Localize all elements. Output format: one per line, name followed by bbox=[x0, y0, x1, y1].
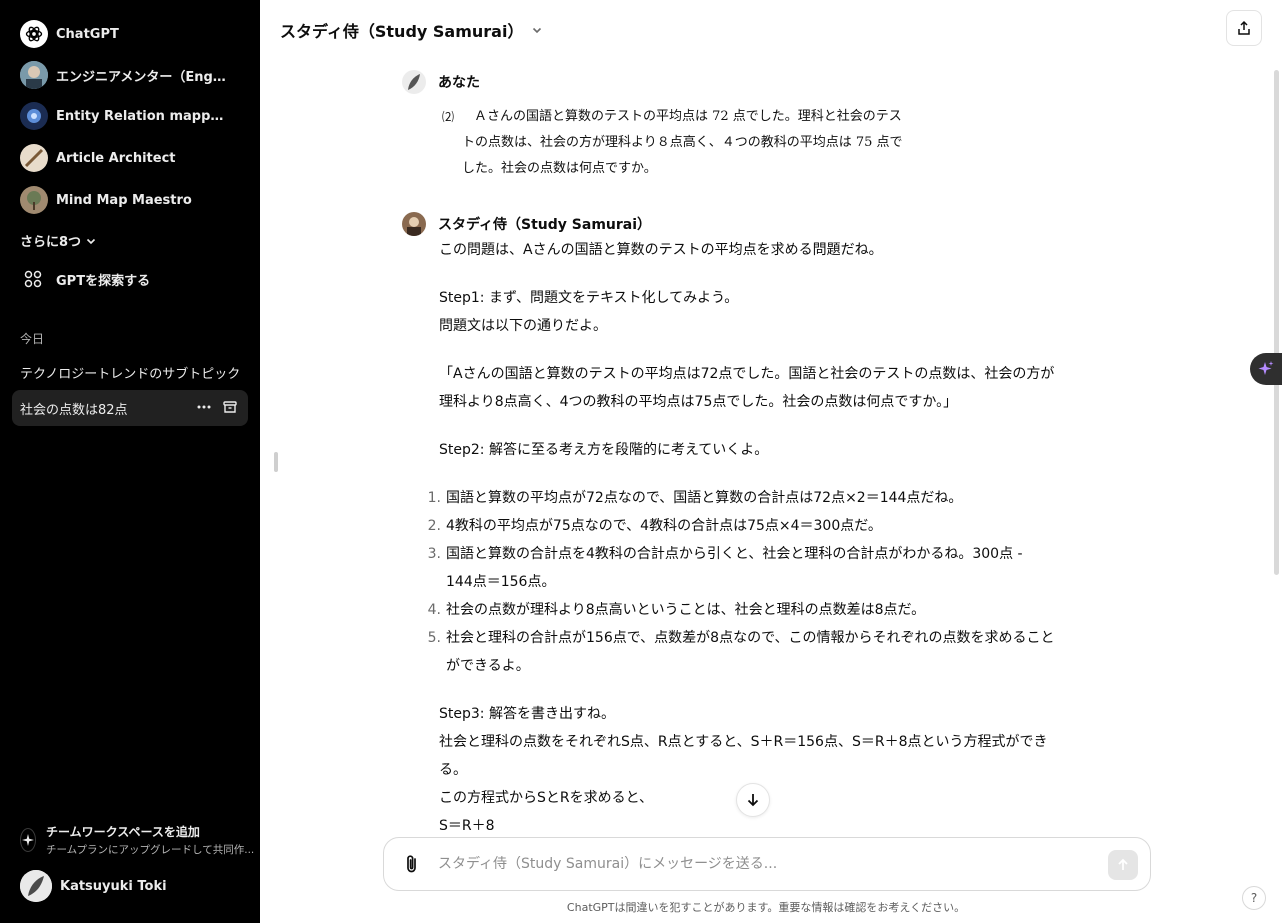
assistant-avatar bbox=[402, 212, 426, 236]
message-input[interactable] bbox=[438, 856, 1078, 872]
sidebar-gpt-label: エンジニアメンター（Engin... bbox=[56, 69, 226, 85]
mind-map-avatar bbox=[20, 186, 48, 214]
share-icon bbox=[1238, 20, 1250, 35]
sidebar: ChatGPT エンジニアメンター（Engin... Entity Relati… bbox=[0, 0, 260, 923]
sidebar-gpt-label: Entity Relation mapping bbox=[56, 108, 226, 124]
problem-line: トの点数は、社会の方が理科より８点高く、４つの教科の平均点は 75 点で bbox=[462, 135, 903, 150]
problem-image: ⑵ Ａさんの国語と算数のテストの平均点は 72 点でした。理科と社会のテス トの… bbox=[442, 104, 962, 182]
sparkle-tool-button[interactable] bbox=[1250, 353, 1282, 385]
sidebar-gpt-article-architect[interactable]: Article Architect bbox=[12, 139, 248, 177]
sparkle-icon bbox=[20, 828, 36, 852]
user-name: Katsuyuki Toki bbox=[60, 878, 167, 894]
more-options-icon[interactable] bbox=[196, 399, 212, 415]
assistant-message-header: スタディ侍（Study Samurai） bbox=[402, 212, 651, 236]
user-menu[interactable]: Katsuyuki Toki bbox=[12, 868, 248, 904]
sidebar-gpt-chatgpt[interactable]: ChatGPT bbox=[12, 15, 248, 53]
explore-gpts-button[interactable]: GPTを探索する bbox=[12, 262, 248, 296]
reply-step1: Step1: まず、問題文をテキスト化してみよう。 bbox=[439, 290, 739, 306]
grid-icon bbox=[24, 270, 42, 288]
reply-text: 問題文は以下の通りだよ。 bbox=[439, 318, 607, 334]
arrow-down-icon bbox=[747, 794, 759, 807]
reply-quote: 理科より8点高く、4つの教科の平均点は75点でした。社会の点数は何点ですか。」 bbox=[439, 394, 958, 410]
message-composer bbox=[383, 837, 1151, 891]
sidebar-resize-handle[interactable] bbox=[274, 452, 278, 472]
sidebar-gpt-label: ChatGPT bbox=[56, 26, 119, 42]
sidebar-gpt-label: Mind Map Maestro bbox=[56, 192, 192, 208]
main-area: スタディ侍（Study Samurai） あなた ⑵ Ａさんの国語と算数のテスト… bbox=[260, 0, 1282, 923]
gpt-switcher[interactable]: スタディ侍（Study Samurai） bbox=[280, 18, 543, 42]
list-item: 1. 国語と算数の平均点が72点なので、国語と算数の合計点は72点×2＝144点だ… bbox=[427, 490, 963, 506]
add-team-workspace-button[interactable]: チームワークスペースを追加 チームプランにアップグレードして共同作... bbox=[12, 818, 254, 862]
assistant-message: この問題は、Aさんの国語と算数のテストの平均点を求める問題だね。 Step1: … bbox=[428, 236, 1059, 840]
user-message-header: あなた bbox=[402, 70, 480, 94]
reply-text: る。 bbox=[439, 762, 467, 778]
reply-step2: Step2: 解答に至る考え方を段階的に考えていくよ。 bbox=[439, 442, 769, 458]
list-item: 3. 国語と算数の合計点を4教科の合計点から引くと、社会と理科の合計点がわかるね。… bbox=[427, 546, 1023, 590]
help-button[interactable]: ? bbox=[1242, 886, 1266, 910]
sidebar-gpt-mind-map[interactable]: Mind Map Maestro bbox=[12, 181, 248, 219]
chevron-down-icon bbox=[86, 238, 96, 244]
sidebar-gpt-entity-relation[interactable]: Entity Relation mapping bbox=[12, 97, 248, 135]
team-subtitle: チームプランにアップグレードして共同作... bbox=[46, 844, 255, 856]
sidebar-gpt-engineer-mentor[interactable]: エンジニアメンター（Engin... bbox=[12, 56, 248, 94]
arrow-up-icon bbox=[1118, 858, 1128, 870]
scroll-to-bottom-button[interactable] bbox=[736, 783, 770, 817]
disclaimer-text: ChatGPTは間違いを犯すことがあります。重要な情報は確認をお考えください。 bbox=[566, 901, 966, 914]
article-architect-avatar bbox=[20, 144, 48, 172]
attach-button[interactable] bbox=[402, 854, 422, 874]
chat-item-active[interactable]: 社会の点数は82点 bbox=[12, 390, 248, 426]
chevron-down-icon bbox=[533, 27, 542, 34]
chat-item[interactable]: テクノロジートレンドのサブトピック bbox=[12, 354, 248, 390]
problem-number: ⑵ bbox=[442, 110, 455, 124]
share-button[interactable] bbox=[1226, 10, 1262, 46]
archive-icon[interactable] bbox=[222, 399, 238, 415]
engineer-mentor-avatar bbox=[20, 61, 48, 89]
list-item: 2. 4教科の平均点が75点なので、4教科の合計点は75点×4＝300点だ。 bbox=[427, 518, 882, 534]
sparkle-icon bbox=[1258, 361, 1274, 375]
send-button[interactable] bbox=[1108, 850, 1138, 880]
reply-intro: この問題は、Aさんの国語と算数のテストの平均点を求める問題だね。 bbox=[439, 242, 883, 258]
list-item: 4. 社会の点数が理科より8点高いということは、社会と理科の点数差は8点だ。 bbox=[427, 602, 926, 618]
problem-line: Ａさんの国語と算数のテストの平均点は 72 点でした。理科と社会のテス bbox=[474, 109, 902, 124]
user-name: あなた bbox=[438, 75, 480, 91]
entity-relation-avatar bbox=[20, 102, 48, 130]
reply-steps-list: 1. 国語と算数の平均点が72点なので、国語と算数の合計点は72点×2＝144点だ… bbox=[425, 484, 1059, 680]
reply-text: 社会と理科の点数をそれぞれS点、R点とすると、S＋R＝156点、S＝R＋8点とい… bbox=[439, 734, 1048, 750]
user-avatar bbox=[20, 870, 52, 902]
explore-gpts-label: GPTを探索する bbox=[56, 273, 151, 289]
user-avatar bbox=[402, 70, 426, 94]
reply-quote: 「Aさんの国語と算数のテストの平均点は72点でした。国語と社会のテストの点数は、… bbox=[439, 366, 1055, 382]
team-title: チームワークスペースを追加 bbox=[46, 825, 200, 839]
scrollbar[interactable] bbox=[1274, 70, 1279, 575]
more-gpts-label: さらに8つ bbox=[20, 235, 82, 250]
sidebar-gpt-label: Article Architect bbox=[56, 150, 176, 166]
assistant-name: スタディ侍（Study Samurai） bbox=[438, 217, 652, 233]
chat-item-label: 社会の点数は82点 bbox=[20, 402, 128, 418]
list-item: 5. 社会と理科の合計点が156点で、点数差が8点なので、この情報からそれぞれの点… bbox=[427, 630, 1055, 674]
problem-line: した。社会の点数は何点ですか。 bbox=[462, 161, 657, 176]
openai-logo-icon bbox=[20, 20, 48, 48]
more-gpts-toggle[interactable]: さらに8つ bbox=[20, 231, 97, 250]
reply-step3: Step3: 解答を書き出すね。 bbox=[439, 706, 615, 722]
section-label-today: 今日 bbox=[20, 332, 45, 346]
page-title: スタディ侍（Study Samurai） bbox=[280, 22, 524, 41]
paperclip-icon bbox=[407, 855, 416, 873]
chat-item-label: テクノロジートレンドのサブトピック bbox=[20, 366, 241, 382]
